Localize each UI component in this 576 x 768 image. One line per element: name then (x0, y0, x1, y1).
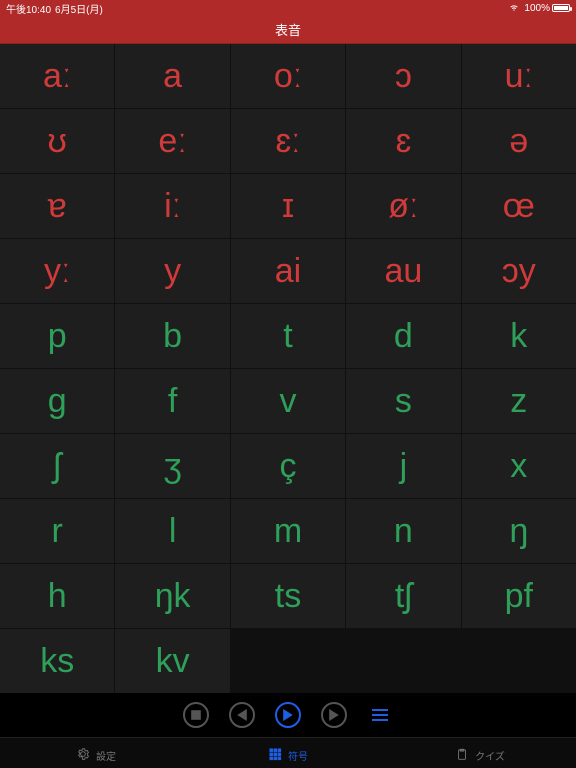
phoneme-cell[interactable]: ɛ (346, 109, 460, 173)
phoneme-grid: aːaoːɔuː ʊeːɛːɛə ɐiːɪøːœ yːyaiauɔy pbtdk gfvs… (0, 44, 576, 693)
phoneme-cell[interactable]: ks (0, 629, 114, 693)
phoneme-cell[interactable]: ts (231, 564, 345, 628)
phoneme-cell[interactable]: ɛː (231, 109, 345, 173)
status-left: 午後10:40 6月5日(月) (6, 1, 103, 16)
phoneme-cell[interactable]: iː (115, 174, 229, 238)
phoneme-cell[interactable]: a (115, 44, 229, 108)
phoneme-cell[interactable]: h (0, 564, 114, 628)
phoneme-cell[interactable]: g (0, 369, 114, 433)
phoneme-cell[interactable]: k (462, 304, 576, 368)
empty-cell (346, 629, 460, 693)
phoneme-cell[interactable]: t (231, 304, 345, 368)
phoneme-cell[interactable]: x (462, 434, 576, 498)
phoneme-cell[interactable]: z (462, 369, 576, 433)
phoneme-cell[interactable]: ʒ (115, 434, 229, 498)
phoneme-cell[interactable]: ŋ (462, 499, 576, 563)
phoneme-cell[interactable]: aː (0, 44, 114, 108)
phoneme-cell[interactable]: yː (0, 239, 114, 303)
status-bar: 午後10:40 6月5日(月) 100% (0, 0, 576, 16)
phoneme-cell[interactable]: n (346, 499, 460, 563)
wifi-icon (508, 2, 520, 15)
status-right: 100% (508, 2, 570, 15)
gear-icon (76, 747, 90, 764)
prev-button[interactable] (229, 702, 255, 728)
phoneme-cell[interactable]: f (115, 369, 229, 433)
battery-icon: 100% (524, 3, 570, 14)
phoneme-cell[interactable]: y (115, 239, 229, 303)
status-time: 午後10:40 (6, 1, 51, 16)
phoneme-cell[interactable]: ɔ (346, 44, 460, 108)
tab-quiz[interactable]: クイズ (384, 738, 576, 768)
menu-icon (372, 709, 388, 721)
phoneme-cell[interactable]: øː (346, 174, 460, 238)
phoneme-cell[interactable]: s (346, 369, 460, 433)
phoneme-cell[interactable]: v (231, 369, 345, 433)
empty-cell (462, 629, 576, 693)
phoneme-cell[interactable]: p (0, 304, 114, 368)
stop-button[interactable] (183, 702, 209, 728)
tab-symbols-label: 符号 (288, 748, 308, 763)
phoneme-cell[interactable]: l (115, 499, 229, 563)
tab-quiz-label: クイズ (475, 748, 505, 763)
phoneme-cell[interactable]: j (346, 434, 460, 498)
tab-symbols[interactable]: 符号 (192, 738, 384, 768)
phoneme-cell[interactable]: ŋk (115, 564, 229, 628)
phoneme-cell[interactable]: ɔy (462, 239, 576, 303)
phoneme-cell[interactable]: oː (231, 44, 345, 108)
phoneme-cell[interactable]: œ (462, 174, 576, 238)
phoneme-cell[interactable]: ʊ (0, 109, 114, 173)
grid-icon (268, 747, 282, 764)
phoneme-cell[interactable]: m (231, 499, 345, 563)
phoneme-cell[interactable]: au (346, 239, 460, 303)
phoneme-cell[interactable]: kv (115, 629, 229, 693)
tab-bar: 設定 符号 クイズ (0, 737, 576, 768)
page-title: 表音 (275, 20, 301, 39)
phoneme-cell[interactable]: r (0, 499, 114, 563)
phoneme-cell[interactable]: ə (462, 109, 576, 173)
phoneme-cell[interactable]: ɐ (0, 174, 114, 238)
status-date: 6月5日(月) (55, 1, 103, 16)
phoneme-cell[interactable]: d (346, 304, 460, 368)
phoneme-cell[interactable]: eː (115, 109, 229, 173)
playback-controls (0, 693, 576, 737)
phoneme-cell[interactable]: ai (231, 239, 345, 303)
phoneme-cell[interactable]: uː (462, 44, 576, 108)
empty-cell (231, 629, 345, 693)
tab-settings[interactable]: 設定 (0, 738, 192, 768)
next-button[interactable] (321, 702, 347, 728)
tab-settings-label: 設定 (96, 748, 116, 763)
play-button[interactable] (275, 702, 301, 728)
phoneme-cell[interactable]: pf (462, 564, 576, 628)
menu-button[interactable] (367, 702, 393, 728)
clipboard-icon (455, 747, 469, 764)
phoneme-cell[interactable]: tʃ (346, 564, 460, 628)
phoneme-cell[interactable]: b (115, 304, 229, 368)
header: 表音 (0, 16, 576, 44)
battery-pct: 100% (524, 3, 550, 14)
phoneme-cell[interactable]: ʃ (0, 434, 114, 498)
phoneme-cell[interactable]: ç (231, 434, 345, 498)
phoneme-cell[interactable]: ɪ (231, 174, 345, 238)
